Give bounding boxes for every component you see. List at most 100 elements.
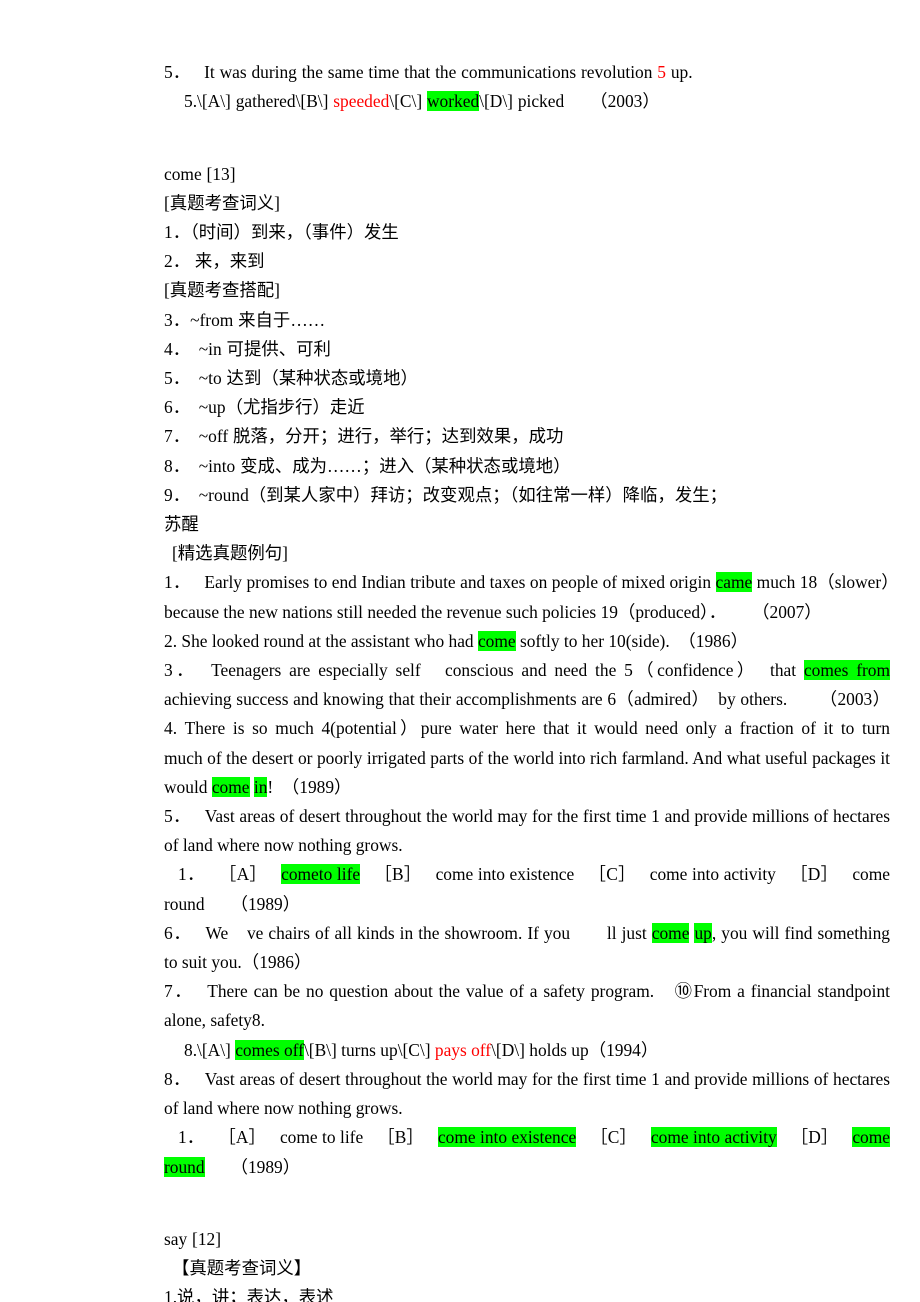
collocation-item: 5． ~to 达到（某种状态或境地） [164, 368, 418, 389]
example-year: （1994） [588, 1039, 659, 1060]
option-c-text: worked [427, 91, 480, 112]
entry-headword-say: say [12] [164, 1228, 222, 1249]
option-c-tag: ［C］ [590, 1127, 637, 1148]
example-number: 3． [164, 660, 198, 681]
collocation-item: 6． ~up（尤指步行）走近 [164, 397, 365, 418]
example-number: 2. [164, 630, 178, 651]
example-year: （2007） [752, 601, 822, 622]
example-stem-text: Vast areas of desert throughout the worl… [164, 806, 890, 856]
example-year: （1986） [241, 952, 312, 973]
example-year-1989: （1989） [290, 776, 352, 797]
option-a-text: come to life [279, 1127, 364, 1148]
example-text-a: There can be no question about the value… [207, 981, 675, 1002]
entry-headword-come: come [13] [164, 163, 236, 184]
example-sentence-7: 7． There can be no question about the val… [164, 977, 890, 1035]
highlight-from: from [856, 660, 890, 681]
question-options-line: 5.\[A\] gathered\[B\] speeded\[C\] worke… [164, 87, 890, 116]
example-year: （1989） [230, 1156, 301, 1177]
option-a-text: gathered [230, 91, 296, 112]
spacer-highlight [848, 660, 857, 681]
example-text-b: achieving success and knowing that their… [164, 689, 806, 710]
example-number: 8． [164, 1068, 191, 1089]
option-a-tag: ［A］ [218, 864, 268, 885]
example-text-a: Teenagers are especially self conscious … [211, 660, 804, 681]
option-b-tag: ［B］ [374, 864, 422, 885]
collocation-item: 3．~from 来自于…… [164, 309, 326, 330]
collocation-item: 7． ~off 脱落，分开；进行，举行；达到效果，成功 [164, 426, 564, 447]
example-text-a: We ve chairs of all kinds in the showroo… [205, 922, 652, 943]
example-year-2003: （2003） [819, 689, 890, 710]
example-sentence-7-options: 8.\[A\] comes off\[B\] turns up\[C\] pay… [164, 1036, 890, 1065]
option-a-tag: \[A\] [197, 91, 231, 112]
example-year: （1986） [687, 630, 748, 651]
option-d-tag: \[D\] [491, 1039, 530, 1060]
example-sentence-8-options: 1． ［A］ come to life ［B］ come into existence ［… [164, 1123, 890, 1181]
document-body: 5． It was during the same time that the c… [164, 58, 920, 1302]
highlight-came: came [715, 572, 753, 593]
option-d-text: holds up [529, 1039, 589, 1060]
highlight-in: in [253, 776, 268, 797]
example-number: 7． [164, 981, 194, 1002]
question-stem-text-b: up. [666, 62, 693, 82]
meaning-item: 1.说，讲；表达，表述 [164, 1287, 334, 1302]
option-d-text-highlight-2: round [164, 1156, 205, 1177]
section-title-examples: [精选真题例句] [172, 543, 288, 564]
example-sentence-1: 1． Early promises to end Indian tribute a… [164, 568, 907, 626]
example-text-a: She looked round at the assistant who ha… [177, 630, 478, 651]
example-number: 5． [164, 806, 191, 827]
option-a-text: comes off [235, 1039, 304, 1060]
option-list-number: 1． [178, 1127, 205, 1148]
question-blank-marker: 5 [657, 62, 666, 82]
example-sentence-5-stem: 5． Vast areas of desert throughout the wo… [164, 802, 890, 860]
meaning-item: 1．（时间）到来，（事件）发生 [164, 222, 399, 242]
highlight-up: up [694, 922, 712, 943]
example-stem-text: Vast areas of desert throughout the worl… [164, 1068, 890, 1119]
example-text-d: ! [267, 776, 291, 797]
option-list-number: 5. [184, 91, 198, 112]
highlight-come: come [211, 776, 250, 797]
highlight-come: come [281, 864, 319, 885]
example-sentence-8-stem: 8． Vast areas of desert throughout the wo… [164, 1065, 890, 1123]
option-list-number: 8. [184, 1039, 198, 1060]
collocation-item: 9． ~round（到某人家中）拜访；改变观点；（如往常一样）降临，发生； [164, 484, 727, 505]
collocation-item-wrap: 苏醒 [164, 514, 199, 535]
option-c-tag: \[C\] [389, 91, 427, 112]
option-b-tag: \[B\] [303, 1039, 342, 1060]
option-c-text: come into activity [649, 864, 776, 885]
option-d-text: picked [517, 91, 565, 112]
collocation-item: 4． ~in 可提供、可利 [164, 338, 331, 359]
option-b-text: speeded [333, 91, 390, 112]
question-year: （2003） [590, 91, 660, 112]
document-page: 5． It was during the same time that the c… [0, 0, 920, 1302]
section-title-collocation: [真题考查搭配] [164, 280, 280, 301]
section-title-meaning: [真题考查词义] [164, 192, 280, 213]
option-b-text: come into existence [435, 864, 575, 885]
option-list-number: 1． [178, 864, 205, 885]
example-sentence-6: 6． We ve chairs of all kinds in the showr… [164, 919, 907, 977]
question-stem-line: 5． It was during the same time that the c… [164, 58, 890, 87]
question-stem-text-a: It was during the same time that the com… [204, 62, 658, 82]
circled-number-10-icon: ⑩ [674, 981, 694, 1002]
option-c-tag: ［C］ [588, 864, 636, 885]
option-d-text-highlight-1: come [852, 1127, 890, 1148]
option-b-text: turns up [341, 1039, 398, 1060]
option-d-tag: ［D］ [789, 864, 839, 885]
example-sentence-2: 2. She looked round at the assistant who… [164, 627, 890, 656]
example-sentence-5-options: 1． ［A］ cometo life ［B］ come into existence ［C… [164, 860, 890, 918]
highlight-come: come [651, 922, 690, 943]
option-c-tag: \[C\] [397, 1039, 435, 1060]
option-c-text-highlight: come into activity [650, 1127, 777, 1148]
option-d-tag: ［D］ [790, 1127, 839, 1148]
option-c-text: pays off [434, 1039, 492, 1060]
option-b-text-highlight: come into existence [437, 1127, 577, 1148]
highlight-to-life: to life [318, 864, 361, 885]
section-title-meaning: 【真题考查词义】 [172, 1258, 312, 1279]
collocation-item: 8． ~into 变成、成为……；进入（某种状态或境地） [164, 455, 571, 476]
option-a-tag: \[A\] [197, 1039, 236, 1060]
highlight-comes: comes [803, 660, 849, 681]
example-number: 6． [164, 922, 192, 943]
example-text-a: Early promises to end Indian tribute and… [204, 572, 716, 593]
